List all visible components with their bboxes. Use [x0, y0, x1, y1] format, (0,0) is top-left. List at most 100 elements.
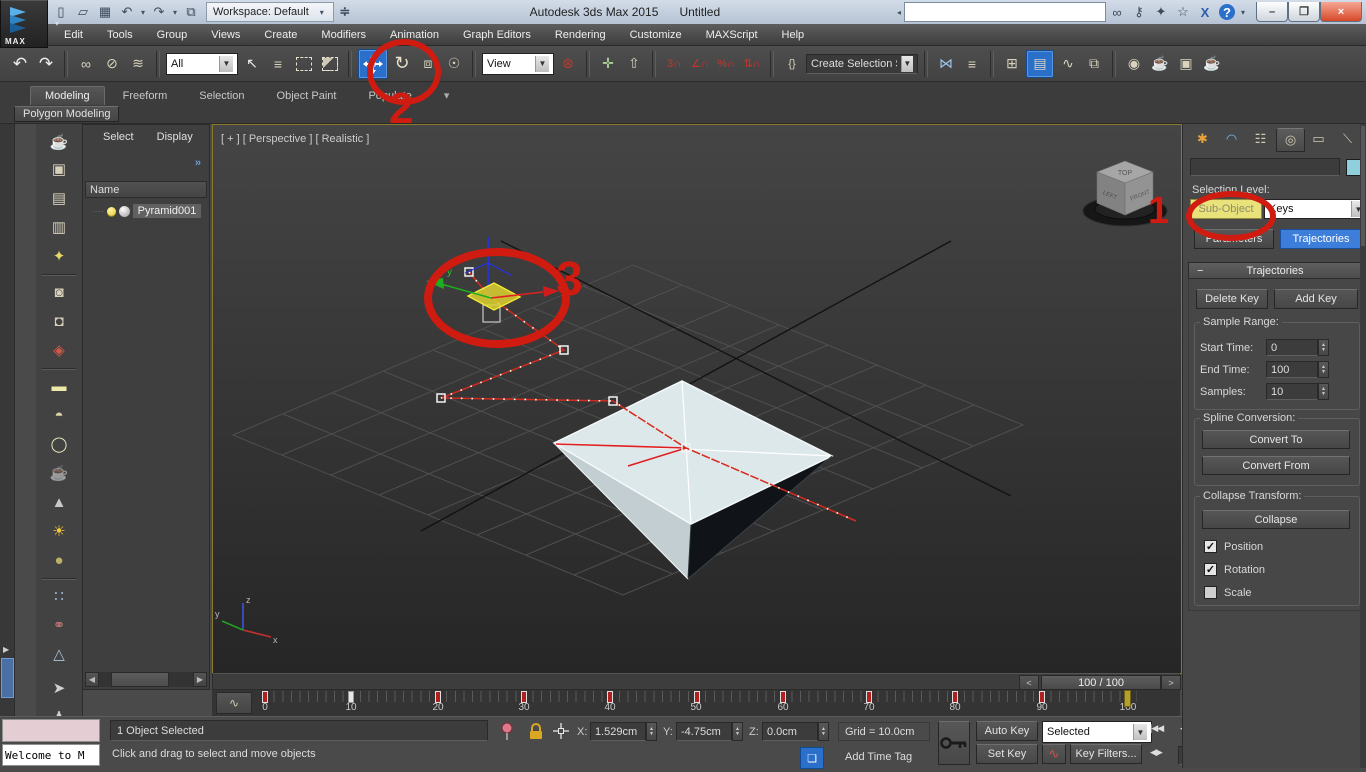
- open-file-icon[interactable]: ▱: [72, 2, 94, 22]
- menu-maxscript[interactable]: MAXScript: [694, 24, 770, 46]
- window-crossing-button[interactable]: [318, 50, 342, 78]
- ribbon-tab-freeform[interactable]: Freeform: [109, 87, 182, 105]
- ribbon-tab-selection[interactable]: Selection: [185, 87, 258, 105]
- convert-to-button[interactable]: Convert To: [1202, 430, 1350, 449]
- select-and-manipulate-button[interactable]: ☉: [442, 50, 466, 78]
- default-tangent-button[interactable]: ∿: [1042, 744, 1066, 764]
- sphere-light-icon[interactable]: ●: [44, 548, 74, 572]
- unlink-selection-button[interactable]: ⊘: [100, 50, 124, 78]
- layer-manager-button[interactable]: ⊞: [1000, 50, 1024, 78]
- scroll-thumb[interactable]: [111, 672, 169, 687]
- previous-frame-arrow[interactable]: <: [1019, 675, 1039, 690]
- schematic-view-button[interactable]: ⧉: [1082, 50, 1106, 78]
- select-and-move-button[interactable]: [358, 49, 388, 79]
- animation-key-10-selected[interactable]: [348, 691, 354, 703]
- angle-snap-button[interactable]: ∠∩: [688, 50, 712, 78]
- current-frame-marker[interactable]: [1124, 690, 1131, 707]
- render-setup-button[interactable]: ☕: [1148, 50, 1172, 78]
- name-column-header[interactable]: Name: [85, 181, 207, 198]
- hierarchy-tab-icon[interactable]: ☷: [1247, 128, 1274, 150]
- ribbon-config-dropdown-icon[interactable]: ▾: [430, 86, 464, 105]
- keyboard-override-button[interactable]: ⇧: [622, 50, 646, 78]
- samples-spinner[interactable]: ▲▼: [1318, 383, 1329, 400]
- binoculars-search-icon[interactable]: ∞: [1106, 2, 1128, 22]
- particle-array-icon[interactable]: ∷: [44, 584, 74, 608]
- scene-explorer-hscrollbar[interactable]: ◀ ▶: [85, 672, 207, 687]
- motion-tab-icon[interactable]: ◎: [1276, 128, 1305, 152]
- samples-field[interactable]: 10: [1266, 383, 1318, 400]
- maxscript-listener[interactable]: Welcome to M: [2, 744, 100, 766]
- wireframe-teapot-icon[interactable]: ☕: [44, 461, 74, 485]
- perspective-viewport[interactable]: y TOP LEFT FRONT z x y [ + ] [ Perspecti…: [212, 124, 1182, 674]
- selection-filter-dropdown[interactable]: All ▼: [166, 53, 238, 75]
- menu-group[interactable]: Group: [145, 24, 200, 46]
- scroll-left-icon[interactable]: ◀: [85, 672, 99, 687]
- end-time-field[interactable]: 100: [1266, 361, 1318, 378]
- select-object-button[interactable]: ↖: [240, 50, 264, 78]
- use-pivot-center-button[interactable]: ⊛: [556, 50, 580, 78]
- utilities-tab-icon[interactable]: ⟍: [1334, 128, 1361, 150]
- add-time-tag[interactable]: Add Time Tag: [838, 747, 930, 766]
- docked-tab-button[interactable]: [1, 658, 14, 698]
- viewport-canvas[interactable]: y TOP LEFT FRONT z x y [ + ] [ Perspecti…: [213, 125, 1181, 673]
- animation-key-90[interactable]: [1039, 691, 1045, 703]
- dome-light-icon[interactable]: ◓: [44, 403, 74, 427]
- polygon-modeling-panel[interactable]: Polygon Modeling: [14, 106, 119, 122]
- manipulate-cross-button[interactable]: ✛: [596, 50, 620, 78]
- parameters-button[interactable]: Parameters: [1194, 229, 1274, 249]
- undo-caret-icon[interactable]: ▾: [138, 8, 148, 17]
- plane-light-icon[interactable]: ▬: [44, 374, 74, 398]
- selection-lock-icon[interactable]: [528, 722, 544, 741]
- mini-curve-editor-button[interactable]: ∿: [216, 692, 252, 714]
- x-coord-spinner[interactable]: ▲▼: [646, 722, 657, 741]
- reference-coordinate-dropdown[interactable]: View ▼: [482, 53, 554, 75]
- mirror-button[interactable]: ⋈: [934, 50, 958, 78]
- redo-caret-icon[interactable]: ▾: [170, 8, 180, 17]
- y-coord-spinner[interactable]: ▲▼: [732, 722, 743, 741]
- menu-modifiers[interactable]: Modifiers: [309, 24, 378, 46]
- rendered-frame-window-icon[interactable]: ▣: [44, 157, 74, 181]
- key-filter-set-dropdown[interactable]: Selected ▼: [1042, 721, 1152, 743]
- animation-key-0[interactable]: [262, 691, 268, 703]
- add-key-button[interactable]: Add Key: [1274, 289, 1358, 309]
- key-filters-button[interactable]: Key Filters...: [1070, 744, 1142, 764]
- create-tab-icon[interactable]: ✱: [1189, 128, 1216, 150]
- curve-editor-button[interactable]: ∿: [1056, 50, 1080, 78]
- rectangular-selection-region-button[interactable]: [292, 50, 316, 78]
- communication-center-icon[interactable]: ✦: [1150, 2, 1172, 22]
- disc-light-icon[interactable]: ◯: [44, 432, 74, 456]
- camera-dome-icon[interactable]: ◘: [44, 309, 74, 333]
- rendered-frame-window-button[interactable]: ▣: [1174, 50, 1198, 78]
- isolate-selection-pin-icon[interactable]: [500, 722, 514, 742]
- viewcube-top-label[interactable]: TOP: [1118, 170, 1133, 177]
- go-to-start-button[interactable]: |◀◀: [1150, 723, 1163, 743]
- expand-tray-icon[interactable]: ▶: [3, 645, 9, 654]
- time-slider-handle[interactable]: 100 / 100: [1041, 675, 1161, 690]
- menu-tools[interactable]: Tools: [95, 24, 145, 46]
- project-folder-icon[interactable]: ⧉: [180, 2, 202, 22]
- spotlight-cone-icon[interactable]: ▲: [44, 490, 74, 514]
- search-flyout-icon[interactable]: ◂: [894, 8, 904, 17]
- scroll-right-icon[interactable]: ▶: [193, 672, 207, 687]
- delete-key-button[interactable]: Delete Key: [1196, 289, 1268, 309]
- named-selection-dropdown[interactable]: Create Selection Se ▼: [806, 54, 918, 74]
- render-teapot-icon[interactable]: ☕: [44, 130, 74, 154]
- restore-button[interactable]: ❐: [1288, 2, 1320, 22]
- rotation-checkbox[interactable]: ✓: [1204, 563, 1217, 576]
- max-logo[interactable]: MAX ▾: [0, 0, 48, 48]
- animation-key-40[interactable]: [607, 691, 613, 703]
- y-coord-field[interactable]: -4.75cm: [676, 722, 732, 741]
- help-caret-icon[interactable]: ▾: [1238, 8, 1248, 17]
- close-button[interactable]: ×: [1320, 2, 1362, 22]
- visibility-bulb-icon[interactable]: [107, 207, 116, 216]
- new-file-icon[interactable]: ▯: [50, 2, 72, 22]
- trajectories-button[interactable]: Trajectories: [1280, 229, 1362, 249]
- scene-object-row[interactable]: ···· Pyramid001: [85, 201, 207, 221]
- next-frame-arrow[interactable]: >: [1161, 675, 1181, 690]
- ribbon-tab-populate[interactable]: Populate: [354, 87, 425, 105]
- trajectories-rollout-header[interactable]: − Trajectories: [1188, 262, 1362, 279]
- viewport-label[interactable]: [ + ] [ Perspective ] [ Realistic ]: [221, 133, 369, 145]
- select-by-name-button[interactable]: ≡: [266, 50, 290, 78]
- minimize-button[interactable]: –: [1256, 2, 1288, 22]
- percent-snap-button[interactable]: %∩: [714, 50, 738, 78]
